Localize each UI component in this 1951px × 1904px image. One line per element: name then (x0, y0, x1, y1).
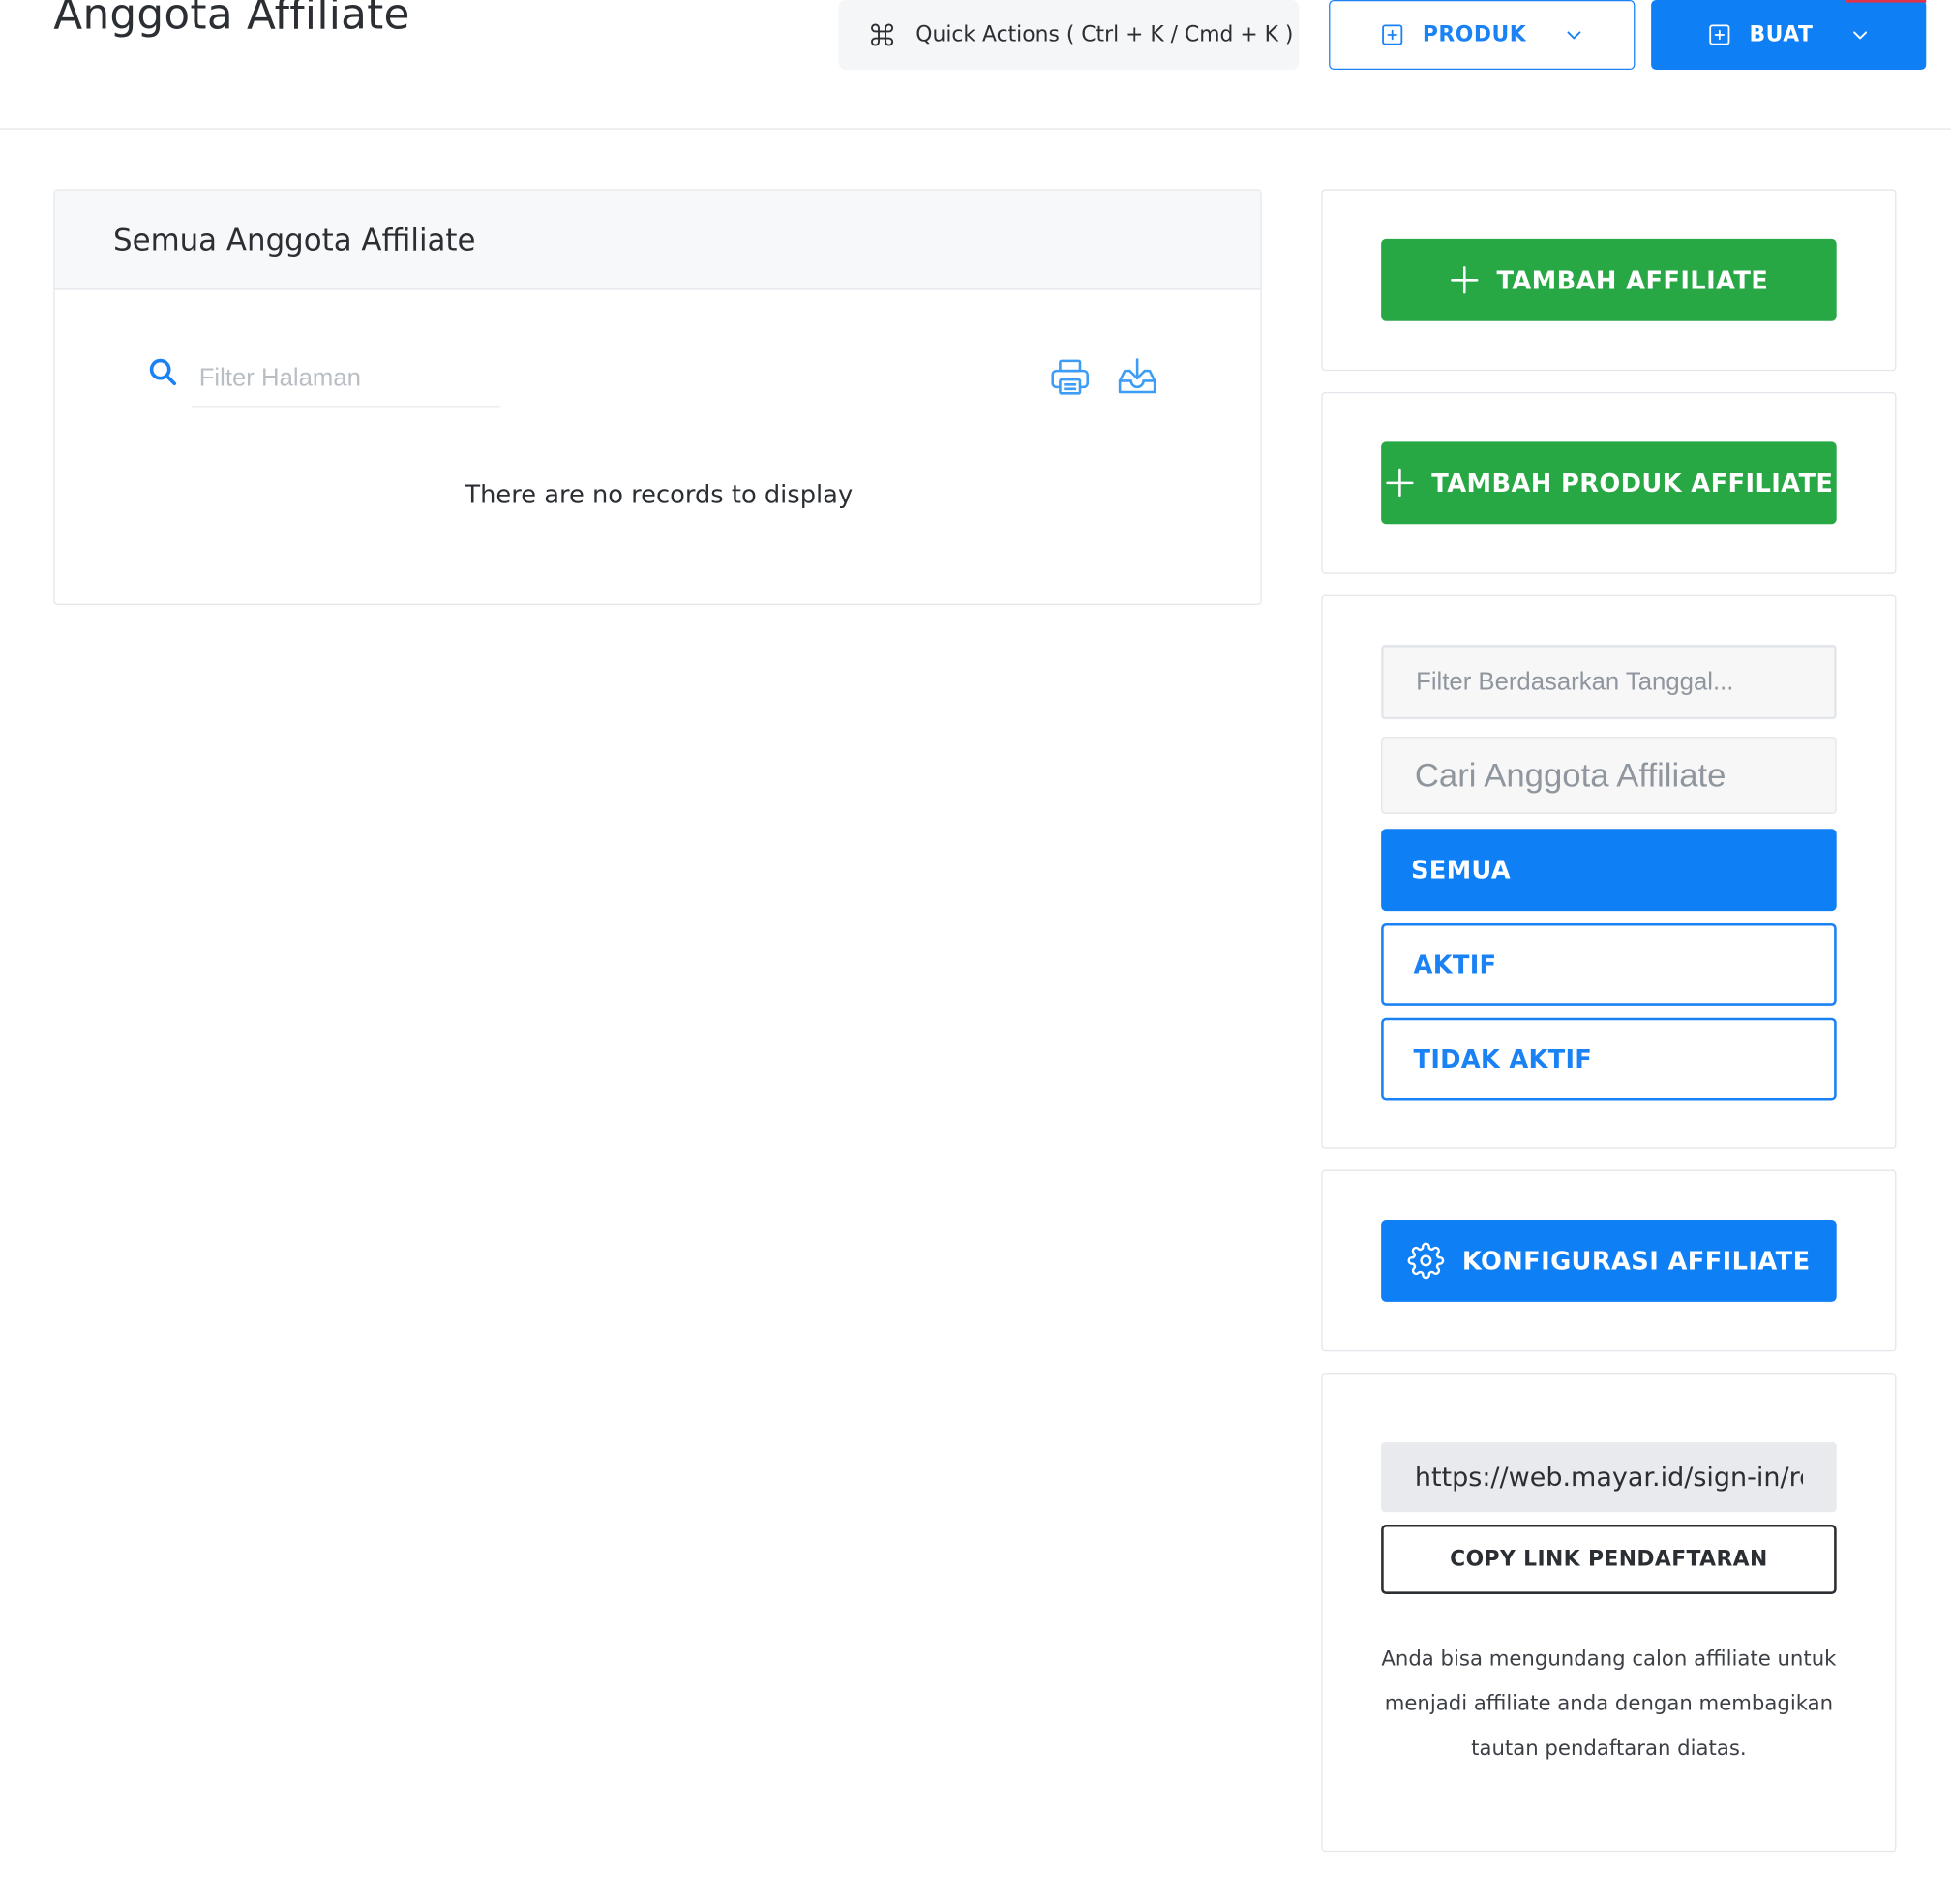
add-affiliate-button[interactable]: TAMBAH AFFILIATE (1381, 238, 1837, 321)
download-inbox-icon[interactable] (1116, 356, 1158, 399)
plus-square-icon (1709, 24, 1730, 45)
add-product-affiliate-card: TAMBAH PRODUK AFFILIATE (1321, 391, 1897, 574)
plus-icon (1385, 468, 1414, 497)
produk-dropdown-button[interactable]: PRODUK (1329, 0, 1636, 70)
affiliate-config-label: KONFIGURASI AFFILIATE (1461, 1245, 1811, 1276)
add-product-affiliate-label: TAMBAH PRODUK AFFILIATE (1431, 468, 1834, 499)
date-filter-input[interactable] (1381, 644, 1837, 720)
affiliate-members-card: Semua Anggota Affiliate There are no rec… (53, 189, 1262, 605)
filter-all-button[interactable]: SEMUA (1381, 829, 1837, 912)
chevron-down-icon (1853, 31, 1868, 40)
page: Anggota Affiliate Quick Actions ( Ctrl +… (0, 0, 1951, 1904)
referral-link-field[interactable]: https://web.mayar.id/sign-in/refe (1381, 1442, 1837, 1513)
copy-link-button[interactable]: COPY LINK PENDAFTARAN (1381, 1524, 1837, 1594)
card-header: Semua Anggota Affiliate (54, 190, 1261, 290)
filter-active-button[interactable]: AKTIF (1381, 922, 1837, 1006)
page-title: Anggota Affiliate (53, 0, 410, 41)
printer-icon[interactable] (1049, 356, 1092, 399)
add-affiliate-label: TAMBAH AFFILIATE (1496, 264, 1769, 295)
empty-state-message: There are no records to display (465, 478, 854, 509)
referral-link-card: https://web.mayar.id/sign-in/refe COPY L… (1321, 1373, 1897, 1853)
card-title: Semua Anggota Affiliate (112, 222, 476, 257)
plus-square-icon (1382, 24, 1403, 45)
buat-dropdown-button[interactable]: BUAT (1651, 0, 1927, 70)
buat-label: BUAT (1749, 22, 1814, 47)
filter-card: SEMUA AKTIF TIDAK AKTIF (1321, 594, 1897, 1149)
config-card: KONFIGURASI AFFILIATE (1321, 1169, 1897, 1352)
add-affiliate-card: TAMBAH AFFILIATE (1321, 189, 1897, 372)
add-product-affiliate-button[interactable]: TAMBAH PRODUK AFFILIATE (1381, 441, 1837, 525)
affiliate-config-button[interactable]: KONFIGURASI AFFILIATE (1381, 1219, 1837, 1302)
referral-link-text: https://web.mayar.id/sign-in/refe (1414, 1462, 1803, 1493)
notification-indicator (1846, 0, 1927, 3)
plus-icon (1450, 266, 1479, 294)
member-search-input[interactable] (1381, 737, 1837, 814)
produk-label: PRODUK (1422, 22, 1527, 47)
filter-page-input[interactable] (191, 351, 500, 408)
referral-help-text: Anda bisa mengundang calon affiliate unt… (1381, 1646, 1837, 1760)
page-filter (147, 351, 508, 409)
search-icon (149, 358, 177, 386)
header-divider (0, 128, 1951, 130)
gear-icon (1407, 1242, 1445, 1280)
quick-actions-label: Quick Actions ( Ctrl + K / Cmd + K ) (915, 22, 1294, 47)
quick-actions-button[interactable]: Quick Actions ( Ctrl + K / Cmd + K ) (838, 0, 1300, 70)
chevron-down-icon (1567, 31, 1581, 40)
command-icon (871, 23, 894, 46)
filter-inactive-button[interactable]: TIDAK AKTIF (1381, 1017, 1837, 1101)
